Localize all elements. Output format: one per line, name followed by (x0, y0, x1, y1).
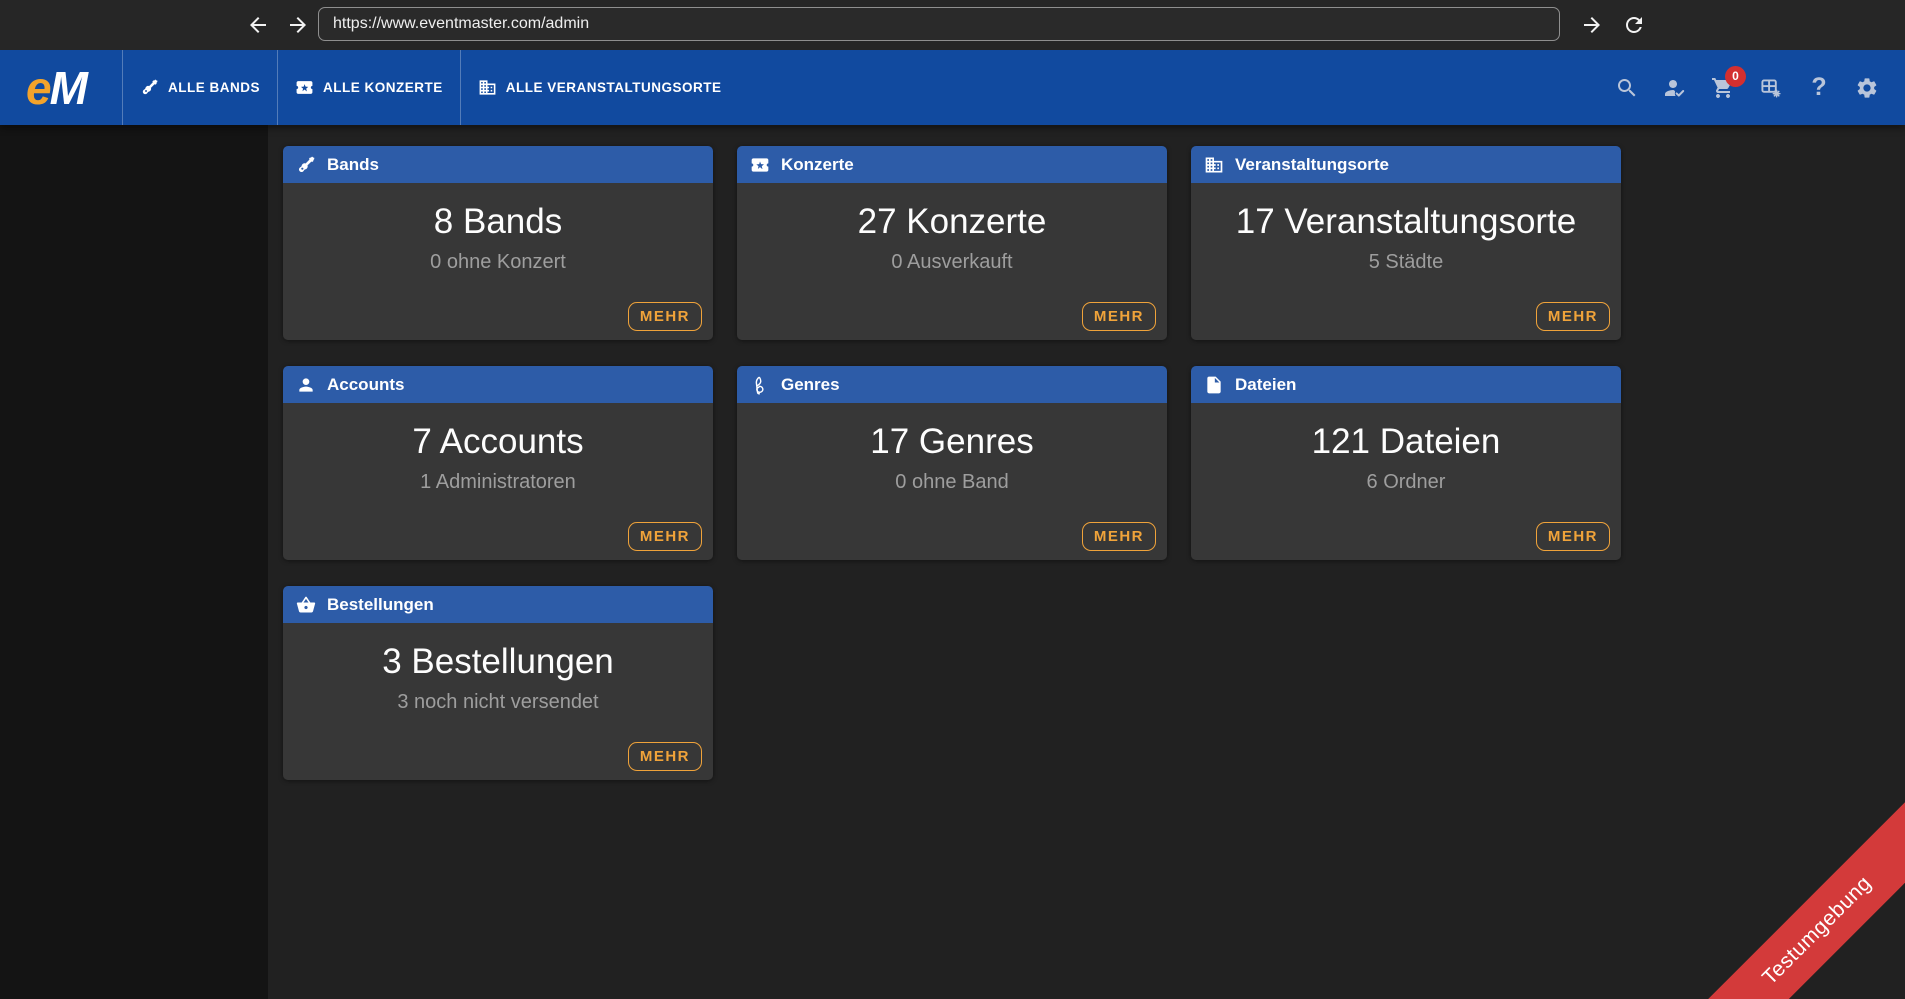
browser-back-icon[interactable] (246, 13, 270, 37)
table-settings-icon[interactable] (1759, 76, 1783, 100)
app-logo[interactable]: eM (0, 50, 122, 125)
card-title: Accounts (327, 375, 404, 395)
url-input[interactable] (318, 7, 1560, 41)
nav-item-alle-konzerte[interactable]: ALLE KONZERTE (277, 50, 460, 125)
card-bands-header: Bands (283, 146, 713, 183)
card-headline: 27 Konzerte (737, 183, 1167, 242)
card-headline: 3 Bestellungen (283, 623, 713, 682)
building-icon (1204, 155, 1224, 175)
settings-gear-icon[interactable] (1855, 76, 1879, 100)
reload-icon[interactable] (1622, 13, 1646, 37)
file-icon (1204, 375, 1224, 395)
browser-toolbar (0, 0, 1905, 50)
card-genres-body: 17 Genres 0 ohne Band MEHR (737, 403, 1167, 560)
card-title: Bestellungen (327, 595, 434, 615)
card-accounts-body: 7 Accounts 1 Administratoren MEHR (283, 403, 713, 560)
card-genres-header: Genres (737, 366, 1167, 403)
person-check-icon[interactable] (1663, 76, 1687, 100)
card-dateien: Dateien 121 Dateien 6 Ordner MEHR (1191, 366, 1621, 560)
dashboard-card-grid: Bands 8 Bands 0 ohne Konzert MEHR Konzer… (283, 146, 1621, 780)
card-bands: Bands 8 Bands 0 ohne Konzert MEHR (283, 146, 713, 340)
nav-item-label: ALLE BANDS (168, 80, 260, 95)
card-subline: 1 Administratoren (283, 471, 713, 494)
mehr-button[interactable]: MEHR (628, 742, 702, 771)
mehr-button[interactable]: MEHR (1536, 302, 1610, 331)
nav-item-alle-veranstaltungsorte[interactable]: ALLE VERANSTALTUNGSORTE (460, 50, 739, 125)
ticket-star-icon (750, 155, 770, 175)
card-title: Bands (327, 155, 379, 175)
person-icon (296, 375, 316, 395)
card-subline: 5 Städte (1191, 251, 1621, 274)
nav-item-alle-bands[interactable]: ALLE BANDS (122, 50, 277, 125)
app-navbar: eM ALLE BANDS ALLE KONZERTE ALLE VERANST… (0, 50, 1905, 125)
nav-item-label: ALLE KONZERTE (323, 80, 443, 95)
card-title: Dateien (1235, 375, 1296, 395)
card-subline: 0 ohne Konzert (283, 251, 713, 274)
search-icon[interactable] (1615, 76, 1639, 100)
card-title: Veranstaltungsorte (1235, 155, 1389, 175)
guitar-icon (296, 155, 316, 175)
nav-item-label: ALLE VERANSTALTUNGSORTE (506, 80, 722, 95)
card-subline: 0 Ausverkauft (737, 251, 1167, 274)
logo-m: M (50, 65, 88, 111)
ribbon-label: Testumgebung (1758, 871, 1877, 990)
guitar-icon (140, 78, 159, 97)
mehr-button[interactable]: MEHR (1082, 522, 1156, 551)
card-bestellungen-header: Bestellungen (283, 586, 713, 623)
card-bands-body: 8 Bands 0 ohne Konzert MEHR (283, 183, 713, 340)
card-subline: 3 noch nicht versendet (283, 691, 713, 714)
card-veranstaltungsorte: Veranstaltungsorte 17 Veranstaltungsorte… (1191, 146, 1621, 340)
test-environment-ribbon: Testumgebung (1662, 776, 1905, 999)
basket-icon (296, 595, 316, 615)
card-headline: 8 Bands (283, 183, 713, 242)
treble-clef-icon (750, 375, 770, 395)
card-headline: 121 Dateien (1191, 403, 1621, 462)
card-dateien-body: 121 Dateien 6 Ordner MEHR (1191, 403, 1621, 560)
ticket-star-icon (295, 78, 314, 97)
navbar-actions: 0 ? (1615, 50, 1879, 125)
card-title: Konzerte (781, 155, 854, 175)
screenshot-root: eM ALLE BANDS ALLE KONZERTE ALLE VERANST… (0, 0, 1905, 999)
mehr-button[interactable]: MEHR (628, 522, 702, 551)
card-subline: 0 ohne Band (737, 471, 1167, 494)
card-bestellungen: Bestellungen 3 Bestellungen 3 noch nicht… (283, 586, 713, 780)
card-veranstaltungsorte-body: 17 Veranstaltungsorte 5 Städte MEHR (1191, 183, 1621, 340)
cart-badge: 0 (1725, 66, 1746, 87)
building-icon (478, 78, 497, 97)
page-left-gutter (0, 125, 268, 999)
card-konzerte-header: Konzerte (737, 146, 1167, 183)
card-headline: 17 Veranstaltungsorte (1191, 183, 1621, 242)
card-title: Genres (781, 375, 840, 395)
logo-e: e (26, 65, 52, 111)
card-accounts: Accounts 7 Accounts 1 Administratoren ME… (283, 366, 713, 560)
mehr-button[interactable]: MEHR (1536, 522, 1610, 551)
card-headline: 17 Genres (737, 403, 1167, 462)
mehr-button[interactable]: MEHR (628, 302, 702, 331)
card-dateien-header: Dateien (1191, 366, 1621, 403)
card-accounts-header: Accounts (283, 366, 713, 403)
card-subline: 6 Ordner (1191, 471, 1621, 494)
card-headline: 7 Accounts (283, 403, 713, 462)
help-icon[interactable]: ? (1807, 76, 1831, 100)
card-bestellungen-body: 3 Bestellungen 3 noch nicht versendet ME… (283, 623, 713, 780)
browser-forward-icon[interactable] (286, 13, 310, 37)
card-genres: Genres 17 Genres 0 ohne Band MEHR (737, 366, 1167, 560)
url-go-icon[interactable] (1580, 13, 1604, 37)
card-konzerte-body: 27 Konzerte 0 Ausverkauft MEHR (737, 183, 1167, 340)
mehr-button[interactable]: MEHR (1082, 302, 1156, 331)
card-konzerte: Konzerte 27 Konzerte 0 Ausverkauft MEHR (737, 146, 1167, 340)
cart-icon[interactable]: 0 (1711, 76, 1735, 100)
card-veranstaltungsorte-header: Veranstaltungsorte (1191, 146, 1621, 183)
